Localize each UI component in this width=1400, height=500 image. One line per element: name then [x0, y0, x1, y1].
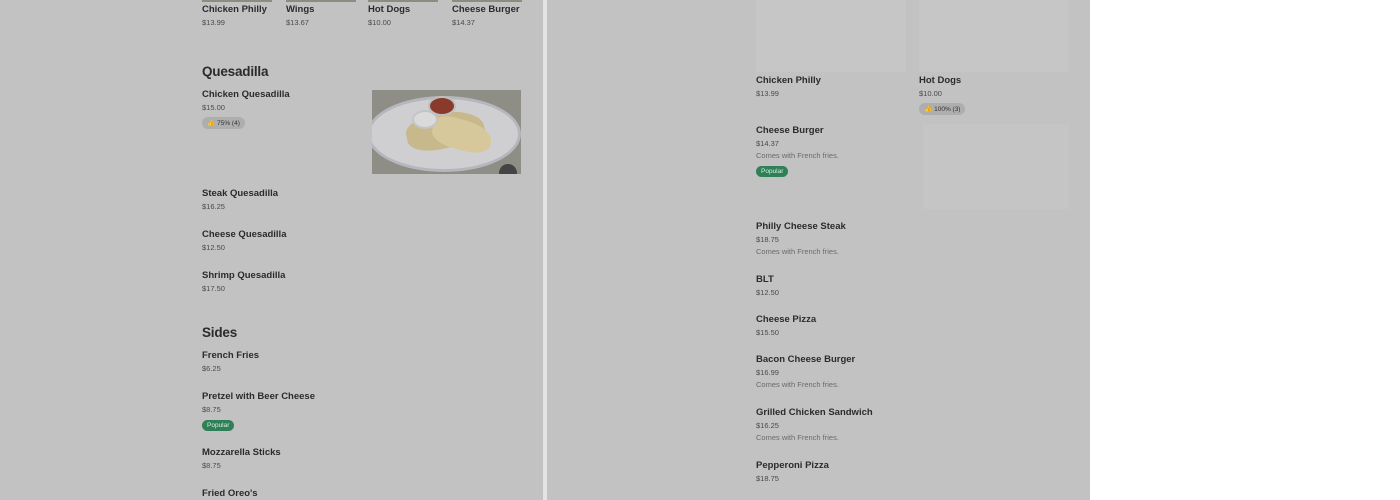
- right-menu-panel: Chicken Philly $13.99 Hot Dogs $10.00 👍 1…: [547, 0, 1090, 500]
- thumbs-up-icon: 👍: [207, 120, 216, 127]
- menu-item-card[interactable]: Chicken Philly $13.99: [202, 4, 267, 27]
- top-item-image-strip: [368, 0, 438, 2]
- item-name: Mozzarella Sticks: [202, 447, 281, 458]
- item-price: $16.99: [756, 368, 779, 377]
- item-name: Chicken Quesadilla: [202, 89, 290, 100]
- item-name: French Fries: [202, 350, 260, 361]
- menu-item-french-fries[interactable]: French Fries $6.25: [202, 350, 259, 373]
- rating-badge: 👍 100% (3): [919, 103, 966, 115]
- rating-value: 75% (4): [217, 120, 240, 127]
- rating-value: 100% (3): [934, 106, 961, 113]
- menu-item-shrimp-quesadilla[interactable]: Shrimp Quesadilla $17.50: [202, 270, 285, 293]
- item-price: $13.99: [202, 18, 225, 27]
- menu-item-card[interactable]: Cheese Burger $14.37: [452, 4, 520, 27]
- menu-item-chicken-philly[interactable]: Chicken Philly $13.99: [756, 75, 821, 98]
- item-name: BLT: [756, 274, 774, 285]
- add-button-circle[interactable]: [499, 164, 517, 174]
- menu-item-fried-oreos[interactable]: Fried Oreo's: [202, 488, 258, 499]
- item-name: Pretzel with Beer Cheese: [202, 391, 315, 402]
- menu-item-grilled-chicken-sandwich[interactable]: Grilled Chicken Sandwich $16.25 Comes wi…: [756, 407, 873, 442]
- section-heading-quesadilla: Quesadilla: [202, 64, 269, 79]
- item-name: Pepperoni Pizza: [756, 460, 829, 471]
- item-price: $16.25: [756, 421, 779, 430]
- cheese-burger-image-placeholder[interactable]: [923, 124, 1069, 209]
- item-name: Bacon Cheese Burger: [756, 354, 856, 365]
- item-name: Hot Dogs: [919, 75, 962, 86]
- top-item-image-strip: [202, 0, 272, 2]
- item-name: Shrimp Quesadilla: [202, 270, 286, 281]
- item-name: Hot Dogs: [368, 4, 411, 15]
- menu-item-cheese-burger[interactable]: Cheese Burger $14.37 Comes with French f…: [756, 125, 839, 178]
- menu-item-blt[interactable]: BLT $12.50: [756, 274, 779, 297]
- chicken-quesadilla-image[interactable]: [372, 90, 521, 174]
- item-name: Cheese Quesadilla: [202, 229, 287, 240]
- item-description: Comes with French fries.: [756, 380, 839, 389]
- chicken-philly-image-placeholder[interactable]: [756, 0, 906, 72]
- item-price: $12.50: [202, 243, 225, 252]
- menu-item-chicken-quesadilla[interactable]: Chicken Quesadilla $15.00 👍 75% (4): [202, 89, 290, 130]
- item-price: $8.75: [202, 461, 221, 470]
- menu-item-hot-dogs[interactable]: Hot Dogs $10.00 👍 100% (3): [919, 75, 966, 116]
- left-menu-panel: Chicken Philly $13.99 Wings $13.67 Hot D…: [0, 0, 543, 500]
- menu-item-cheese-quesadilla[interactable]: Cheese Quesadilla $12.50: [202, 229, 286, 252]
- thumbs-up-icon: 👍: [924, 106, 933, 113]
- item-price: $10.00: [919, 89, 942, 98]
- blank-area: [1090, 0, 1400, 500]
- menu-item-pretzel[interactable]: Pretzel with Beer Cheese $8.75 Popular: [202, 391, 315, 432]
- item-price: $14.37: [452, 18, 475, 27]
- menu-item-cheese-pizza[interactable]: Cheese Pizza $15.50: [756, 314, 816, 337]
- item-price: $18.75: [756, 235, 779, 244]
- item-price: $16.25: [202, 202, 225, 211]
- item-name: Chicken Philly: [202, 4, 267, 15]
- popular-badge: Popular: [202, 420, 235, 431]
- item-price: $10.00: [368, 18, 391, 27]
- item-name: Wings: [286, 4, 315, 15]
- top-item-image-strip: [286, 0, 356, 2]
- item-price: $12.50: [756, 288, 779, 297]
- item-price: $8.75: [202, 405, 221, 414]
- item-name: Cheese Burger: [452, 4, 520, 15]
- item-name: Chicken Philly: [756, 75, 821, 86]
- item-name: Cheese Burger: [756, 125, 824, 136]
- salsa-cup: [428, 96, 456, 116]
- item-price: $14.37: [756, 139, 779, 148]
- menu-item-mozzarella-sticks[interactable]: Mozzarella Sticks $8.75: [202, 447, 281, 470]
- item-price: $18.75: [756, 474, 779, 483]
- item-price: $17.50: [202, 284, 225, 293]
- item-description: Comes with French fries.: [756, 151, 839, 160]
- menu-item-bacon-cheese-burger[interactable]: Bacon Cheese Burger $16.99 Comes with Fr…: [756, 354, 855, 389]
- item-price: $15.50: [756, 328, 779, 337]
- menu-item-card[interactable]: Wings $13.67: [286, 4, 314, 27]
- item-description: Comes with French fries.: [756, 433, 839, 442]
- menu-item-philly-cheese-steak[interactable]: Philly Cheese Steak $18.75 Comes with Fr…: [756, 221, 846, 256]
- item-name: Philly Cheese Steak: [756, 221, 846, 232]
- popular-badge: Popular: [756, 166, 789, 177]
- item-price: $6.25: [202, 364, 221, 373]
- hot-dogs-image-placeholder[interactable]: [919, 0, 1069, 72]
- item-name: Steak Quesadilla: [202, 188, 279, 199]
- menu-item-steak-quesadilla[interactable]: Steak Quesadilla $16.25: [202, 188, 278, 211]
- item-name: Fried Oreo's: [202, 488, 258, 499]
- rating-badge: 👍 75% (4): [202, 117, 245, 129]
- section-heading-sides: Sides: [202, 325, 238, 340]
- item-price: $13.99: [756, 89, 779, 98]
- item-name: Cheese Pizza: [756, 314, 817, 325]
- item-name: Grilled Chicken Sandwich: [756, 407, 873, 418]
- item-price: $13.67: [286, 18, 309, 27]
- item-price: $15.00: [202, 103, 225, 112]
- menu-item-pepperoni-pizza[interactable]: Pepperoni Pizza $18.75: [756, 460, 829, 483]
- menu-item-card[interactable]: Hot Dogs $10.00: [368, 4, 410, 27]
- item-description: Comes with French fries.: [756, 247, 839, 256]
- top-item-image-strip: [452, 0, 522, 2]
